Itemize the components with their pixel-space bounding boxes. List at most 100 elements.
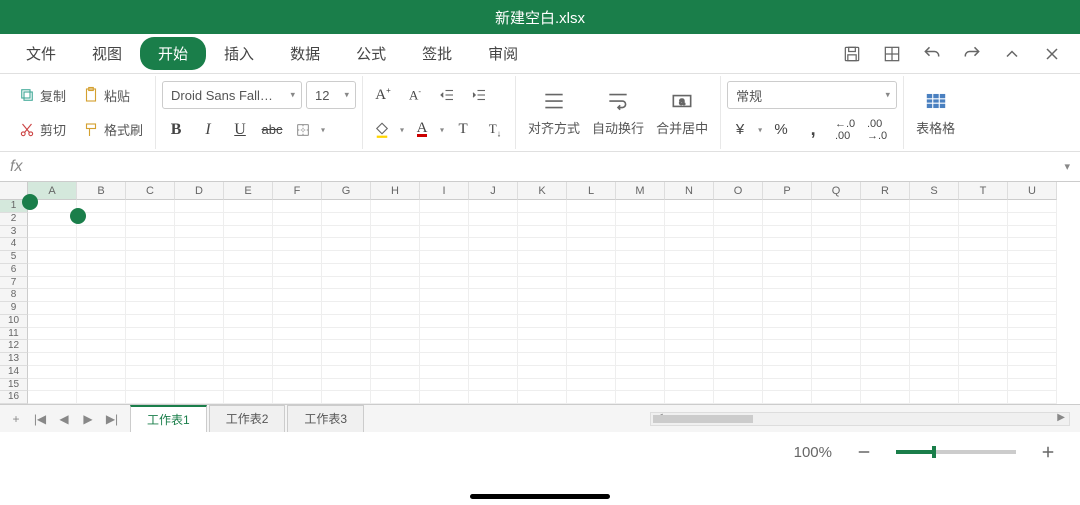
cell-R9[interactable]: [861, 302, 910, 315]
cell-T15[interactable]: [959, 379, 1008, 392]
cell-L15[interactable]: [567, 379, 616, 392]
cell-J7[interactable]: [469, 277, 518, 290]
cell-B12[interactable]: [77, 340, 126, 353]
cell-J10[interactable]: [469, 315, 518, 328]
menu-审阅[interactable]: 审阅: [470, 37, 536, 70]
cell-I16[interactable]: [420, 391, 469, 404]
row-header-2[interactable]: 2: [0, 213, 28, 226]
column-header-K[interactable]: K: [518, 182, 567, 200]
row-header-9[interactable]: 9: [0, 302, 28, 315]
cell-K9[interactable]: [518, 302, 567, 315]
cell-C11[interactable]: [126, 328, 175, 341]
cell-D4[interactable]: [175, 238, 224, 251]
cell-B16[interactable]: [77, 391, 126, 404]
cell-D7[interactable]: [175, 277, 224, 290]
cell-H11[interactable]: [371, 328, 420, 341]
cell-D6[interactable]: [175, 264, 224, 277]
cell-S2[interactable]: [910, 213, 959, 226]
column-header-B[interactable]: B: [77, 182, 126, 200]
cell-K2[interactable]: [518, 213, 567, 226]
formula-expand-icon[interactable]: ▾: [1064, 160, 1070, 173]
column-header-Q[interactable]: Q: [812, 182, 861, 200]
cell-B11[interactable]: [77, 328, 126, 341]
row-header-13[interactable]: 13: [0, 353, 28, 366]
column-header-F[interactable]: F: [273, 182, 322, 200]
cell-P11[interactable]: [763, 328, 812, 341]
cell-F1[interactable]: [273, 200, 322, 213]
cell-G13[interactable]: [322, 353, 371, 366]
cell-F7[interactable]: [273, 277, 322, 290]
row-header-11[interactable]: 11: [0, 328, 28, 341]
cell-E11[interactable]: [224, 328, 273, 341]
menu-视图[interactable]: 视图: [74, 37, 140, 70]
cell-I3[interactable]: [420, 226, 469, 239]
cell-M15[interactable]: [616, 379, 665, 392]
cell-H10[interactable]: [371, 315, 420, 328]
cell-U15[interactable]: [1008, 379, 1057, 392]
cell-B3[interactable]: [77, 226, 126, 239]
cell-A10[interactable]: [28, 315, 77, 328]
cell-H13[interactable]: [371, 353, 420, 366]
cell-Q15[interactable]: [812, 379, 861, 392]
cell-S13[interactable]: [910, 353, 959, 366]
cell-G7[interactable]: [322, 277, 371, 290]
cell-J4[interactable]: [469, 238, 518, 251]
cell-O4[interactable]: [714, 238, 763, 251]
cell-U9[interactable]: [1008, 302, 1057, 315]
cell-D8[interactable]: [175, 289, 224, 302]
cell-O15[interactable]: [714, 379, 763, 392]
column-header-D[interactable]: D: [175, 182, 224, 200]
cell-P1[interactable]: [763, 200, 812, 213]
cell-Q10[interactable]: [812, 315, 861, 328]
cell-J2[interactable]: [469, 213, 518, 226]
cell-M5[interactable]: [616, 251, 665, 264]
cell-L4[interactable]: [567, 238, 616, 251]
cell-E14[interactable]: [224, 366, 273, 379]
cell-O16[interactable]: [714, 391, 763, 404]
cell-R4[interactable]: [861, 238, 910, 251]
menu-数据[interactable]: 数据: [272, 37, 338, 70]
cell-D9[interactable]: [175, 302, 224, 315]
cell-D11[interactable]: [175, 328, 224, 341]
font-name-select[interactable]: Droid Sans Fall…▾: [162, 81, 302, 109]
cell-H2[interactable]: [371, 213, 420, 226]
column-header-J[interactable]: J: [469, 182, 518, 200]
cell-E3[interactable]: [224, 226, 273, 239]
cell-N7[interactable]: [665, 277, 714, 290]
cell-P14[interactable]: [763, 366, 812, 379]
cell-S1[interactable]: [910, 200, 959, 213]
cell-O6[interactable]: [714, 264, 763, 277]
column-header-R[interactable]: R: [861, 182, 910, 200]
cell-E5[interactable]: [224, 251, 273, 264]
row-header-12[interactable]: 12: [0, 340, 28, 353]
cell-B10[interactable]: [77, 315, 126, 328]
cell-Q9[interactable]: [812, 302, 861, 315]
cell-Q1[interactable]: [812, 200, 861, 213]
cell-M3[interactable]: [616, 226, 665, 239]
cell-C15[interactable]: [126, 379, 175, 392]
cell-J13[interactable]: [469, 353, 518, 366]
cell-B9[interactable]: [77, 302, 126, 315]
cell-N16[interactable]: [665, 391, 714, 404]
cell-N6[interactable]: [665, 264, 714, 277]
cell-F14[interactable]: [273, 366, 322, 379]
selection-handle-bottom-right[interactable]: [70, 208, 86, 224]
cell-P5[interactable]: [763, 251, 812, 264]
cell-G5[interactable]: [322, 251, 371, 264]
horizontal-scrollbar[interactable]: ◀ ▶: [650, 412, 1070, 426]
cell-N5[interactable]: [665, 251, 714, 264]
cell-J15[interactable]: [469, 379, 518, 392]
fill-color-button[interactable]: ▾: [369, 116, 405, 144]
cell-Q3[interactable]: [812, 226, 861, 239]
cell-R8[interactable]: [861, 289, 910, 302]
cell-T16[interactable]: [959, 391, 1008, 404]
cell-Q4[interactable]: [812, 238, 861, 251]
paste-button[interactable]: 粘贴: [76, 82, 136, 109]
cell-A8[interactable]: [28, 289, 77, 302]
decrease-decimal-button[interactable]: .00→.0: [863, 116, 891, 144]
cell-K15[interactable]: [518, 379, 567, 392]
cell-U11[interactable]: [1008, 328, 1057, 341]
cell-M13[interactable]: [616, 353, 665, 366]
row-header-15[interactable]: 15: [0, 379, 28, 392]
cell-B15[interactable]: [77, 379, 126, 392]
